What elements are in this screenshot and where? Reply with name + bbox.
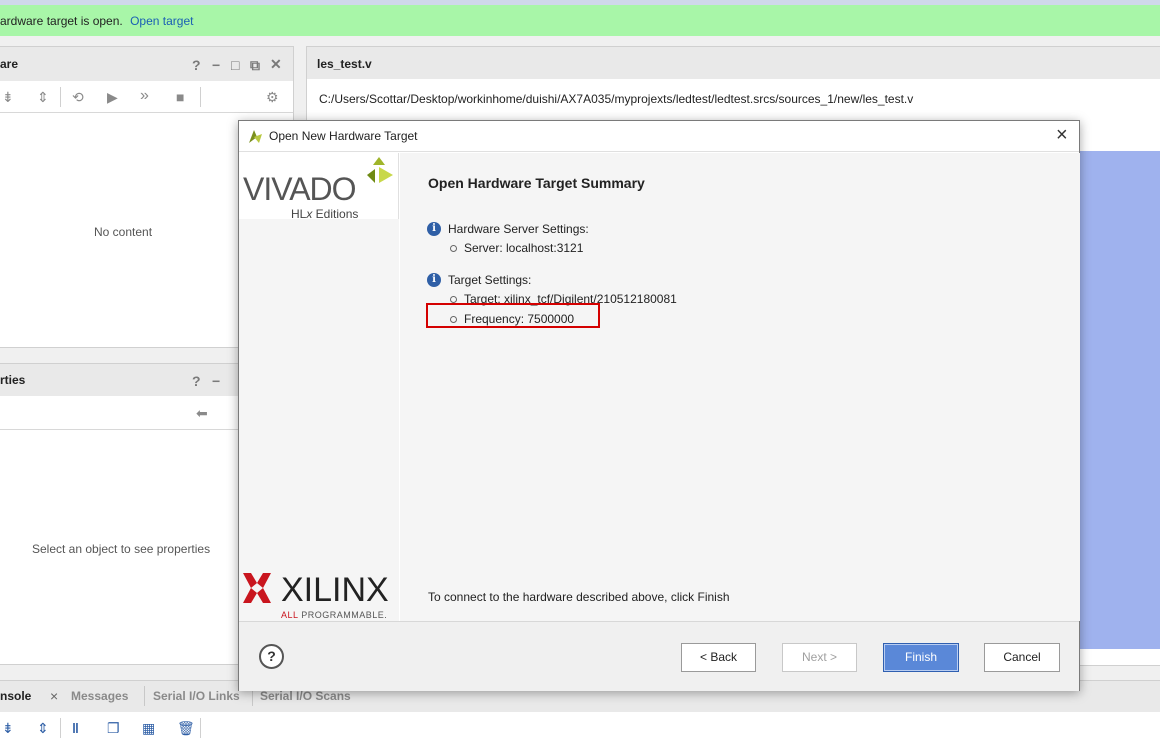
properties-empty-text: Select an object to see properties [32, 542, 211, 556]
footer-instruction: To connect to the hardware described abo… [428, 590, 730, 604]
close-icon[interactable]: × [1056, 124, 1068, 147]
back-button[interactable]: < Back [681, 643, 756, 672]
table-icon[interactable]: ▦ [142, 720, 155, 736]
maximize-icon[interactable]: □ [231, 57, 239, 73]
banner-message: ardware target is open. [0, 14, 123, 28]
tab-messages[interactable]: Messages [71, 689, 128, 703]
open-hardware-target-dialog: Open New Hardware Target × VIVADO HLx Ed… [238, 120, 1080, 691]
editor-tab-title[interactable]: les_test.v [317, 57, 372, 71]
dialog-heading: Open Hardware Target Summary [428, 175, 645, 191]
run-icon[interactable]: ▶ [107, 89, 118, 105]
stop-icon[interactable]: ■ [176, 89, 184, 105]
next-button[interactable]: Next > [782, 643, 857, 672]
help-icon[interactable]: ? [192, 57, 201, 73]
help-icon[interactable]: ? [192, 373, 201, 389]
hardware-toolbar: ⇟ ⇕ ⟲ ▶ » ■ ⚙ [0, 81, 293, 113]
cancel-button[interactable]: Cancel [984, 643, 1060, 672]
expand-all-icon[interactable]: ⇕ [37, 89, 49, 105]
hardware-empty-text: No content [94, 225, 153, 239]
gear-icon[interactable]: ⚙ [266, 89, 279, 105]
hardware-panel-title: are [0, 57, 19, 71]
console-toolbar: ⇟ ⇕ ‖ ❐ ▦ 🗑 [0, 712, 1160, 744]
highlight-box [426, 303, 600, 328]
expand-all-icon[interactable]: ⇕ [37, 720, 49, 736]
copy-icon[interactable]: ❐ [107, 720, 120, 736]
float-icon[interactable]: ⧉ [250, 57, 260, 73]
minimize-icon[interactable]: − [212, 57, 220, 73]
dialog-content: Open Hardware Target Summary i Hardware … [400, 153, 1080, 621]
vivado-logo-icon [249, 130, 262, 143]
trash-icon[interactable]: 🗑 [177, 720, 195, 736]
vivado-logo: VIVADO HLx Editions [243, 157, 399, 221]
info-icon: i [427, 222, 441, 236]
xilinx-logo: XILINX ALL PROGRAMMABLE. [243, 569, 399, 620]
target-settings-label: Target Settings: [448, 273, 532, 287]
auto-connect-icon[interactable]: ⟲ [72, 89, 84, 105]
minimize-icon[interactable]: − [212, 373, 220, 389]
tab-serial-io-scans[interactable]: Serial I/O Scans [260, 689, 351, 703]
editor-side-panel [1079, 151, 1160, 649]
properties-panel-title: rties [0, 373, 26, 387]
close-icon[interactable]: × [50, 688, 58, 704]
help-button[interactable]: ? [259, 644, 284, 669]
close-icon[interactable]: ✕ [270, 56, 282, 72]
file-path: C:/Users/Scottar/Desktop/workinhome/duis… [319, 92, 914, 106]
server-setting: Server: localhost:3121 [450, 241, 583, 255]
branding-strip: VIVADO HLx Editions XILINX ALL PROGRAMMA… [239, 153, 399, 621]
tab-console[interactable]: nsole [0, 689, 31, 703]
hardware-panel-header: are ? − □ ⧉ ✕ [0, 47, 293, 81]
branding-gray-area [239, 219, 399, 621]
tab-serial-io-links[interactable]: Serial I/O Links [153, 689, 240, 703]
hw-server-label: Hardware Server Settings: [448, 222, 589, 236]
notification-banner: ardware target is open. Open target [0, 0, 1160, 36]
open-target-link[interactable]: Open target [130, 14, 193, 28]
collapse-all-icon[interactable]: ⇟ [2, 720, 14, 736]
dialog-title: Open New Hardware Target [269, 129, 418, 143]
pause-icon[interactable]: ‖ [72, 720, 79, 736]
dialog-titlebar: Open New Hardware Target × [239, 121, 1079, 152]
collapse-all-icon[interactable]: ⇟ [2, 89, 14, 105]
editor-tab[interactable]: les_test.v [307, 47, 1160, 79]
back-arrow-icon[interactable]: ⬅ [196, 405, 208, 421]
fast-forward-icon[interactable]: » [140, 88, 149, 104]
finish-button[interactable]: Finish [883, 643, 959, 672]
info-icon: i [427, 273, 441, 287]
